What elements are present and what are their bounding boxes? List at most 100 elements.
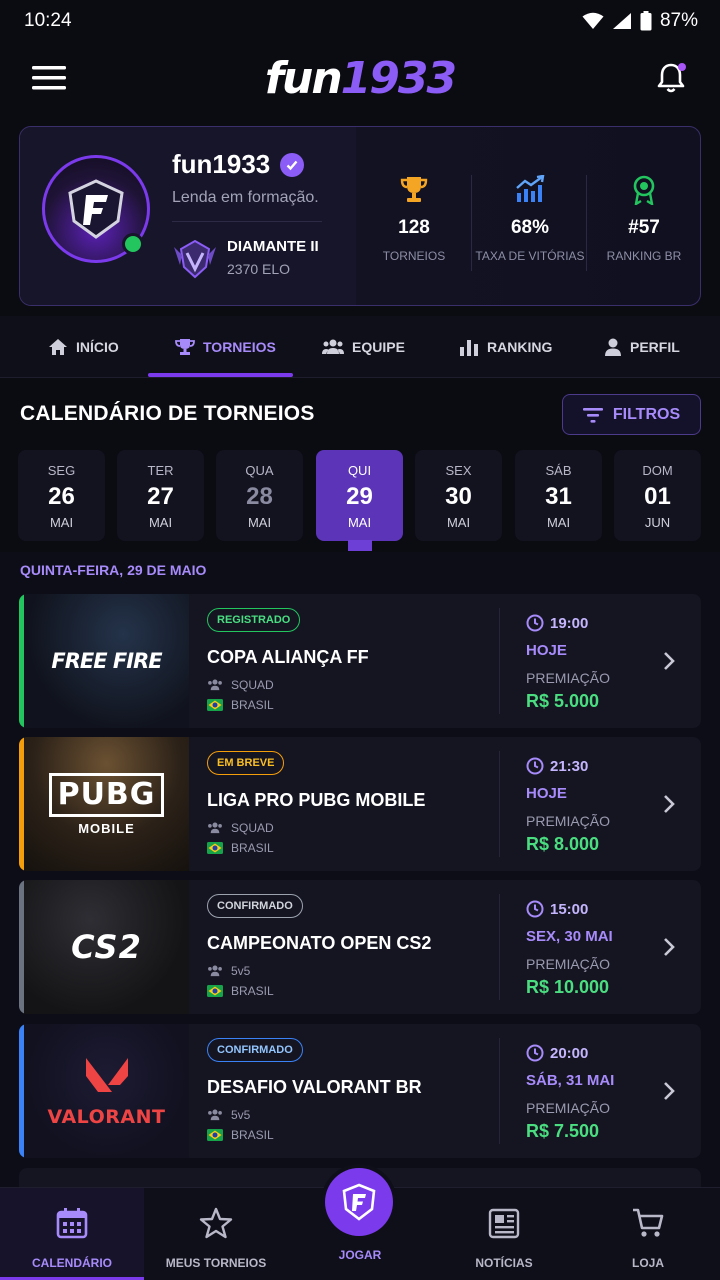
notifications-button[interactable] [654,61,688,95]
brazil-flag-icon [207,985,223,997]
chevron-right-icon[interactable] [659,649,679,673]
chevron-right-icon[interactable] [659,792,679,816]
day-selector-item[interactable]: QUA 28 MAI [216,450,303,541]
tournament-day: SEX, 30 MAI [526,928,613,945]
team-icon [208,965,222,977]
tournament-card[interactable]: PUBG MOBILE EM BREVE LIGA PRO PUBG MOBIL… [19,737,701,871]
team-icon [208,822,222,834]
medal-icon [633,175,655,205]
trophy-icon [175,339,195,355]
status-icons: 87% [582,10,698,32]
menu-icon[interactable] [32,65,66,91]
home-icon [49,339,67,355]
user-icon [605,338,621,356]
filter-icon [582,407,603,423]
profile-info: fun1933 Lenda em formação. DIAMANTE II 2… [20,127,356,305]
tournament-name: DESAFIO VALORANT BR [207,1077,422,1097]
pubg-logo: PUBG [48,772,165,817]
status-badge: CONFIRMADO [207,894,303,918]
rank-name: DIAMANTE II [227,238,319,255]
prize-label: PREMIAÇÃO [526,670,611,686]
nav-meus-torneios[interactable]: MEUS TORNEIOS [144,1188,288,1280]
verified-icon [280,152,305,177]
nav-noticias[interactable]: NOTÍCIAS [432,1188,576,1280]
app-logo: fun1933 [264,52,457,104]
app-header: fun1933 [0,42,720,114]
tab-inicio[interactable]: INÍCIO [48,316,119,378]
status-time: 10:24 [24,10,72,31]
day-selector-item[interactable]: SEG 26 MAI [18,450,105,541]
profile-card[interactable]: fun1933 Lenda em formação. DIAMANTE II 2… [19,126,701,306]
clock-icon [526,900,544,918]
tournament-name: COPA ALIANÇA FF [207,647,369,667]
stat-tournaments: 128 TORNEIOS [356,175,472,263]
online-status-dot [122,233,144,255]
stat-ranking: #57 RANKING BR [586,175,700,263]
tournament-day: HOJE [526,785,567,802]
status-bar: 10:24 87% [0,0,720,42]
team-logo-icon [68,179,124,239]
selected-day-indicator [348,540,372,551]
stat-win-rate: 68% TAXA DE VITÓRIAS [472,175,588,263]
bar-chart-icon [460,340,478,356]
username: fun1933 [172,149,305,180]
play-logo-icon [342,1183,376,1221]
calendar-title: CALENDÁRIO DE TORNEIOS [20,402,315,425]
filters-button[interactable]: FILTROS [562,394,701,435]
valorant-logo: VALORANT [47,1105,166,1128]
day-selector-item-selected[interactable]: QUI 29 MAI [316,450,403,541]
day-selector-item[interactable]: SEX 30 MAI [415,450,502,541]
tab-torneios[interactable]: TORNEIOS [175,316,276,378]
tournament-format: 5v5 [207,1108,250,1122]
notification-dot [677,63,686,71]
nav-loja[interactable]: LOJA [576,1188,720,1280]
status-badge: REGISTRADO [207,608,301,632]
clock-icon [526,1044,544,1062]
prize-label: PREMIAÇÃO [526,813,611,829]
rank-elo: 2370 ELO [227,261,291,277]
brazil-flag-icon [207,699,223,711]
tab-perfil[interactable]: PERFIL [604,316,680,378]
tournament-region: BRASIL [207,984,274,998]
tournament-card[interactable]: VALORANT CONFIRMADO DESAFIO VALORANT BR … [19,1024,701,1158]
cart-icon [633,1208,664,1237]
prize-label: PREMIAÇÃO [526,956,611,972]
team-icon [208,1109,222,1121]
valorant-logo-icon [85,1057,128,1092]
prize-value: R$ 10.000 [526,977,610,997]
status-badge: EM BREVE [207,751,285,775]
play-button[interactable] [325,1168,393,1236]
tournament-time: 19:00 [526,614,588,632]
prize-value: R$ 8.000 [526,834,600,854]
selected-date-label: QUINTA-FEIRA, 29 DE MAIO [20,562,207,578]
tournament-time: 21:30 [526,757,588,775]
tournament-region: BRASIL [207,698,274,712]
tab-equipe[interactable]: EQUIPE [322,316,405,378]
prize-value: R$ 5.000 [526,691,600,711]
tournament-card[interactable]: CS2 CONFIRMADO CAMPEONATO OPEN CS2 5v5 B… [19,880,701,1014]
chevron-right-icon[interactable] [659,935,679,959]
divider [499,894,500,1000]
tournament-time: 20:00 [526,1044,588,1062]
divider [499,1038,500,1144]
divider [172,221,322,222]
day-selector-item[interactable]: TER 27 MAI [117,450,204,541]
section-tabs: INÍCIO TORNEIOS EQUIPE RANKING PERFIL [0,316,720,378]
prize-value: R$ 7.500 [526,1121,600,1141]
tournament-format: 5v5 [207,964,250,978]
tournament-format: SQUAD [207,678,274,692]
battery-icon [640,11,652,31]
nav-calendario[interactable]: CALENDÁRIO [0,1188,144,1280]
day-selector-item[interactable]: SÁB 31 MAI [515,450,602,541]
game-thumbnail-pubg: PUBG MOBILE [24,737,189,871]
tournament-card[interactable]: FREE FIRE REGISTRADO COPA ALIANÇA FF SQU… [19,594,701,728]
tournament-day: SÁB, 31 MAI [526,1072,615,1089]
game-thumbnail-freefire: FREE FIRE [24,594,189,728]
game-thumbnail-valorant: VALORANT [24,1024,189,1158]
star-icon [199,1207,233,1239]
day-selector-item[interactable]: DOM 01 JUN [614,450,701,541]
signal-icon [612,13,631,29]
tab-ranking[interactable]: RANKING [459,316,552,378]
cs2-logo: CS2 [71,928,142,966]
chevron-right-icon[interactable] [659,1079,679,1103]
